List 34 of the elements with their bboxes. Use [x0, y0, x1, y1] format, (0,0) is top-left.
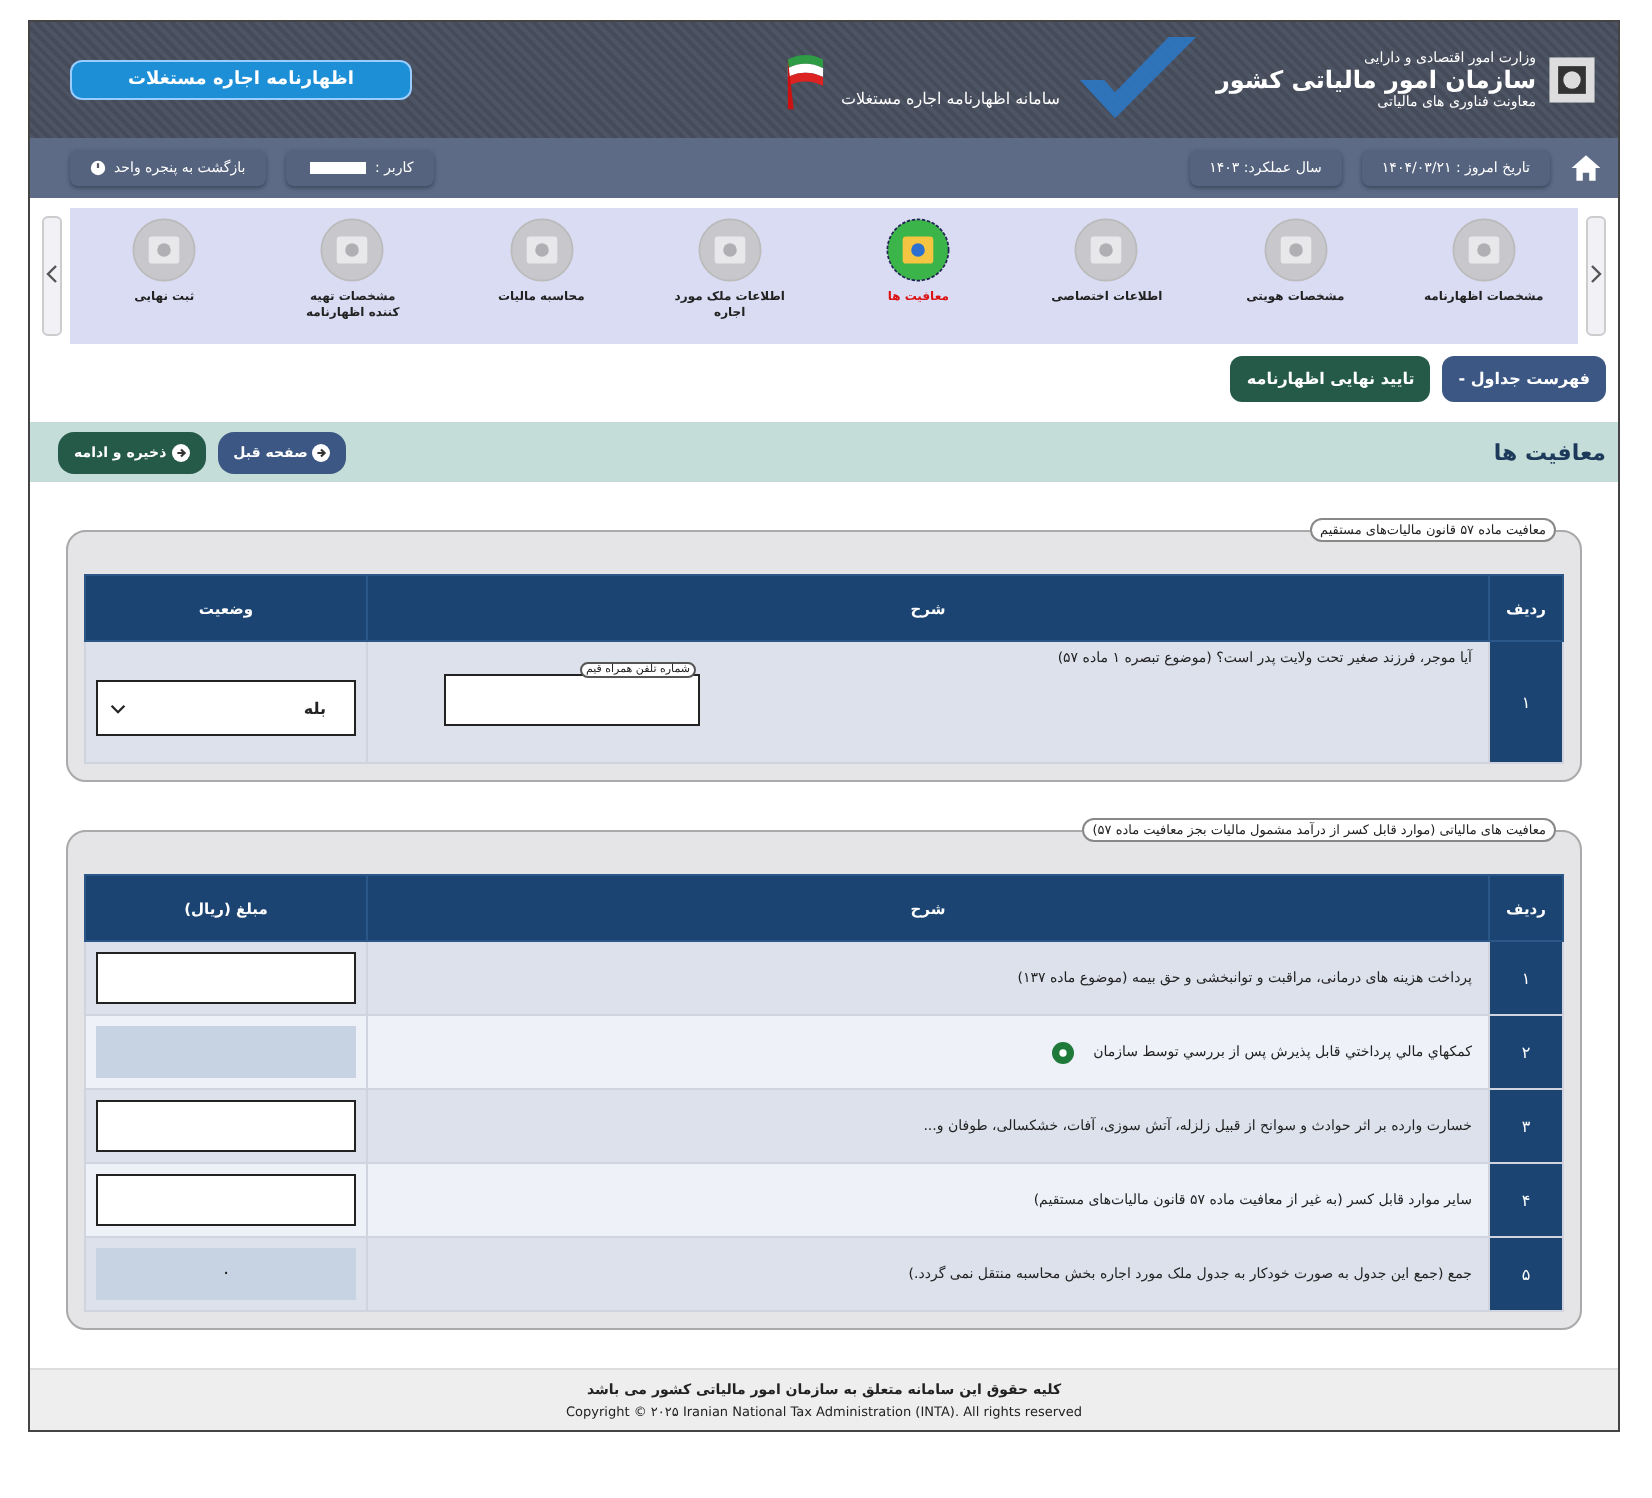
- row-number: ۴: [1489, 1163, 1563, 1237]
- organization-name: سازمان امور مالیاتی کشور: [1215, 66, 1536, 94]
- step-icon: [1072, 216, 1141, 284]
- system-title: سامانه اظهارنامه اجاره مستغلات: [841, 89, 1060, 107]
- arrow-icon: [171, 443, 190, 461]
- step-icon: [130, 216, 199, 284]
- row-number: ۱: [1489, 641, 1563, 763]
- amount-field[interactable]: [96, 1174, 356, 1226]
- chevron-left-icon: [46, 264, 58, 284]
- final-confirm-button[interactable]: تایید نهایی اظهارنامه: [1230, 356, 1431, 402]
- tables-list-button[interactable]: فهرست جداول -: [1442, 356, 1606, 402]
- row-number: ۳: [1489, 1089, 1563, 1163]
- step-icon: [1449, 216, 1518, 284]
- phone-field[interactable]: [444, 674, 700, 726]
- redaction-bar: [310, 162, 367, 174]
- step-icon: [1261, 216, 1330, 284]
- row-number: ۵: [1489, 1237, 1563, 1311]
- caret-icon: [110, 703, 126, 713]
- emblem-icon: [1546, 54, 1598, 106]
- status-select[interactable]: بله: [96, 680, 356, 736]
- step-icon: [695, 216, 764, 284]
- amount-field[interactable]: [96, 1100, 356, 1152]
- step-icon: [884, 216, 953, 284]
- amount-field[interactable]: [96, 952, 356, 1004]
- form-title-badge: اظهارنامه اجاره مستغلات: [70, 60, 412, 100]
- step-icon: [318, 216, 387, 284]
- step-icon: [507, 216, 576, 284]
- section-title: معافیت ها: [1493, 439, 1606, 465]
- row-number: ۱: [1489, 941, 1563, 1015]
- row-number: ۲: [1489, 1015, 1563, 1089]
- home-icon[interactable]: [1570, 152, 1602, 184]
- arrow-icon: [312, 443, 331, 461]
- chevron-right-icon: [1590, 264, 1602, 284]
- power-icon: [90, 160, 106, 176]
